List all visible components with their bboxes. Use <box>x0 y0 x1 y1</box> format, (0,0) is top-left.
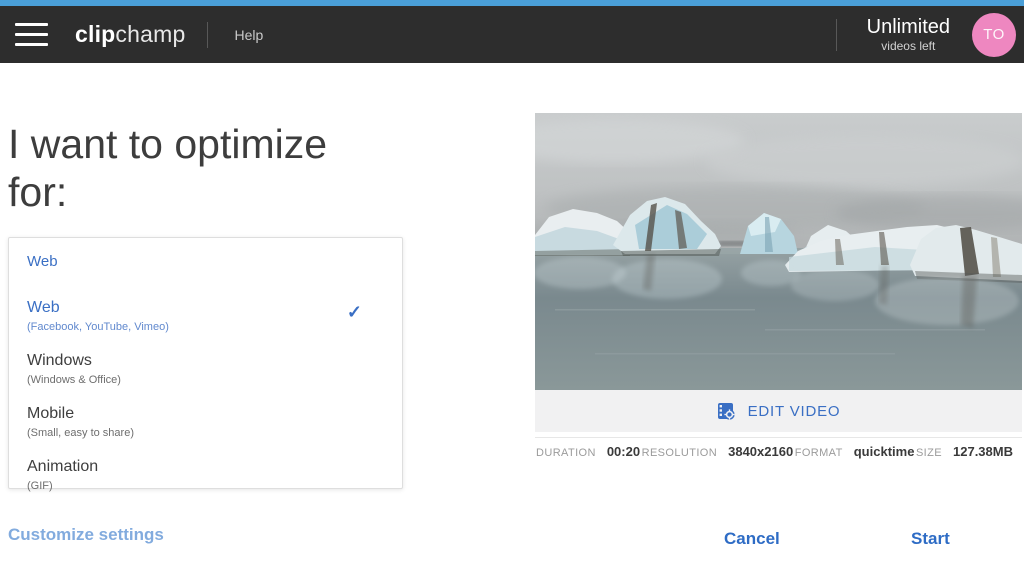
metadata-value: 127.38MB <box>953 444 1013 459</box>
metadata-resolution: RESOLUTION 3840x2160 <box>642 444 794 459</box>
metadata-value: quicktime <box>854 444 915 459</box>
option-sublabel: (GIF) <box>27 479 384 493</box>
metadata-label: RESOLUTION <box>642 447 718 459</box>
menu-icon[interactable] <box>15 23 48 46</box>
video-preview-card: EDIT VIDEO <box>535 113 1022 432</box>
option-animation[interactable]: Animation (GIF) <box>27 453 384 498</box>
metadata-label: FORMAT <box>795 447 843 459</box>
page-title: I want to optimize for: <box>8 120 388 216</box>
option-sublabel: (Facebook, YouTube, Vimeo) <box>27 320 384 334</box>
plan-subtitle: videos left <box>867 39 950 53</box>
metadata-format: FORMAT quicktime <box>795 444 915 459</box>
help-link[interactable]: Help <box>234 27 263 43</box>
metadata-size: SIZE 127.38MB <box>916 444 1013 459</box>
metadata-label: DURATION <box>536 447 596 459</box>
option-label: Animation <box>27 457 384 476</box>
edit-video-button[interactable]: EDIT VIDEO <box>535 390 1022 432</box>
option-label: Mobile <box>27 404 384 423</box>
edit-video-icon <box>717 402 736 421</box>
video-thumbnail <box>535 113 1022 390</box>
plan-status: Unlimited videos left <box>867 16 950 53</box>
cancel-button[interactable]: Cancel <box>724 529 780 549</box>
option-label: Windows <box>27 351 384 370</box>
metadata-divider <box>535 437 1022 438</box>
metadata-value: 3840x2160 <box>728 444 793 459</box>
logo-regular-part: champ <box>115 21 185 47</box>
edit-video-label: EDIT VIDEO <box>748 403 841 420</box>
option-mobile[interactable]: Mobile (Small, easy to share) <box>27 400 384 445</box>
customize-settings-link[interactable]: Customize settings <box>8 525 164 545</box>
video-metadata: DURATION 00:20 RESOLUTION 3840x2160 FORM… <box>536 444 1013 459</box>
optimize-dropdown-panel: Web Web (Facebook, YouTube, Vimeo) ✓ Win… <box>8 237 403 489</box>
logo-bold-part: clip <box>75 21 115 47</box>
avatar[interactable]: TO <box>972 13 1016 57</box>
start-button[interactable]: Start <box>911 529 950 549</box>
checkmark-icon: ✓ <box>347 302 362 323</box>
option-sublabel: (Windows & Office) <box>27 373 384 387</box>
option-web[interactable]: Web (Facebook, YouTube, Vimeo) ✓ <box>27 294 384 339</box>
selected-option-label[interactable]: Web <box>27 253 384 270</box>
metadata-label: SIZE <box>916 447 942 459</box>
clipchamp-logo[interactable]: clipchamp <box>75 21 185 48</box>
metadata-duration: DURATION 00:20 <box>536 444 640 459</box>
metadata-value: 00:20 <box>607 444 640 459</box>
option-windows[interactable]: Windows (Windows & Office) <box>27 347 384 392</box>
option-label: Web <box>27 298 384 317</box>
header-divider <box>207 22 208 48</box>
app-header: clipchamp Help Unlimited videos left TO <box>0 6 1024 63</box>
header-divider-right <box>836 19 837 51</box>
plan-title: Unlimited <box>867 16 950 39</box>
option-sublabel: (Small, easy to share) <box>27 426 384 440</box>
